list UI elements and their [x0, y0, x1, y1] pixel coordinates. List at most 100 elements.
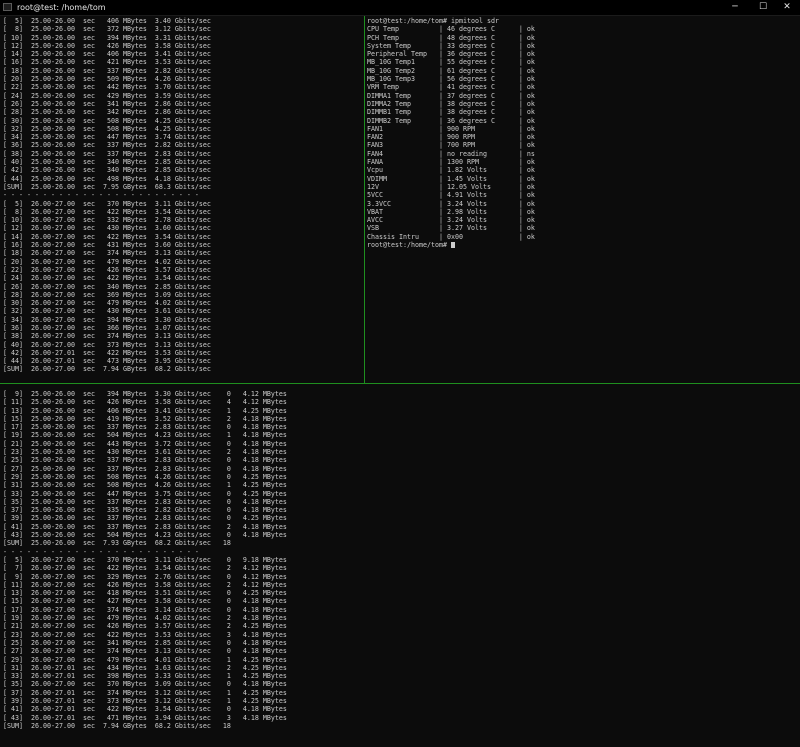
iperf-output-line: [ 42] 26.00-27.01 sec 422 MBytes 3.53 Gb… [3, 348, 211, 357]
ipmitool-output-line: System Temp | 33 degrees C | ok [367, 41, 535, 50]
ipmitool-output-line: DIMMB1 Temp | 38 degrees C | ok [367, 108, 535, 117]
maximize-button[interactable]: ☐ [750, 0, 776, 15]
pane-divider-vertical[interactable] [364, 16, 365, 383]
iperf-output-line: [ 36] 26.00-27.00 sec 366 MBytes 3.07 Gb… [3, 323, 211, 332]
iperf-output-line: [ 39] 26.00-27.01 sec 373 MBytes 3.12 Gb… [3, 696, 287, 705]
ipmitool-output-line: FAN1 | 900 RPM | ok [367, 124, 535, 133]
shell-prompt-line[interactable]: root@test:/home/tom# [367, 241, 797, 249]
pane-bottom[interactable]: [ 9] 25.00-26.00 sec 394 MBytes 3.30 Gbi… [3, 390, 797, 745]
pane-top-right[interactable]: root@test:/home/tom# ipmitool sdr CPU Tem… [367, 17, 797, 382]
ipmitool-output-line: Chassis Intru | 0x00 | ok [367, 232, 535, 241]
iperf-output-line: [SUM] 25.00-26.00 sec 7.95 GBytes 68.3 G… [3, 182, 211, 191]
iperf-output-line: [ 30] 26.00-27.00 sec 479 MBytes 4.02 Gb… [3, 299, 211, 308]
iperf-output-line: [ 43] 26.00-27.01 sec 471 MBytes 3.94 Gb… [3, 713, 287, 722]
iperf-output-line: [ 21] 26.00-27.00 sec 426 MBytes 3.57 Gb… [3, 622, 287, 631]
iperf-output-line: [ 33] 26.00-27.01 sec 398 MBytes 3.33 Gb… [3, 672, 287, 681]
iperf-output-line: [ 35] 25.00-26.00 sec 337 MBytes 2.83 Gb… [3, 497, 287, 506]
iperf-output-line: [SUM] 26.00-27.00 sec 7.94 GBytes 68.2 G… [3, 721, 231, 730]
iperf-output-line: [ 15] 26.00-27.00 sec 427 MBytes 3.58 Gb… [3, 597, 287, 606]
ipmitool-output-line: Peripheral Temp | 36 degrees C | ok [367, 50, 535, 59]
iperf-output-line: [ 31] 25.00-26.00 sec 508 MBytes 4.26 Gb… [3, 481, 287, 490]
text-cursor [450, 242, 455, 249]
iperf-output-line: [ 22] 25.00-26.00 sec 442 MBytes 3.70 Gb… [3, 83, 211, 92]
iperf-output-line: [ 20] 26.00-27.00 sec 479 MBytes 4.02 Gb… [3, 257, 211, 266]
pane-top-left[interactable]: [ 5] 25.00-26.00 sec 406 MBytes 3.40 Gbi… [3, 17, 361, 382]
iperf-output-line: [ 18] 25.00-26.00 sec 337 MBytes 2.82 Gb… [3, 66, 211, 75]
iperf-output-line: [ 19] 25.00-26.00 sec 504 MBytes 4.23 Gb… [3, 431, 287, 440]
ipmitool-output-line: VBAT | 2.98 Volts | ok [367, 207, 535, 216]
iperf-output-line: [ 24] 25.00-26.00 sec 429 MBytes 3.59 Gb… [3, 91, 211, 100]
iperf-output-line: [ 17] 25.00-26.00 sec 337 MBytes 2.83 Gb… [3, 423, 287, 432]
iperf-output-line: [ 21] 25.00-26.00 sec 443 MBytes 3.72 Gb… [3, 439, 287, 448]
iperf-output-line: [ 8] 26.00-27.00 sec 422 MBytes 3.54 Gbi… [3, 207, 211, 216]
iperf-output-line: [ 28] 25.00-26.00 sec 342 MBytes 2.86 Gb… [3, 108, 211, 117]
iperf-output-line: [ 5] 26.00-27.00 sec 370 MBytes 3.11 Gbi… [3, 199, 211, 208]
iperf-output-line: [ 34] 26.00-27.00 sec 394 MBytes 3.30 Gb… [3, 315, 211, 324]
ipmitool-output-line: DIMMA2 Temp | 38 degrees C | ok [367, 99, 535, 108]
ipmitool-output-line: FAN3 | 700 RPM | ok [367, 141, 535, 150]
iperf-output-line: [ 40] 26.00-27.00 sec 373 MBytes 3.13 Gb… [3, 340, 211, 349]
terminal-icon [3, 3, 12, 11]
iperf-output-line: [ 20] 25.00-26.00 sec 509 MBytes 4.26 Gb… [3, 75, 211, 84]
iperf-output-line: [ 25] 25.00-26.00 sec 337 MBytes 2.83 Gb… [3, 456, 287, 465]
iperf-output-line: [ 9] 26.00-27.00 sec 329 MBytes 2.76 Gbi… [3, 572, 287, 581]
iperf-output-line: [ 14] 25.00-26.00 sec 406 MBytes 3.41 Gb… [3, 50, 211, 59]
iperf-output-line: [ 10] 26.00-27.00 sec 332 MBytes 2.78 Gb… [3, 216, 211, 225]
ipmitool-output-line: CPU Temp | 46 degrees C | ok [367, 25, 535, 34]
iperf-output-line: [ 27] 26.00-27.00 sec 374 MBytes 3.13 Gb… [3, 647, 287, 656]
iperf-output-line: [ 5] 25.00-26.00 sec 406 MBytes 3.40 Gbi… [3, 17, 211, 25]
iperf-output-line: [ 42] 25.00-26.00 sec 340 MBytes 2.85 Gb… [3, 166, 211, 175]
ipmitool-output-line: MB_10G Temp3 | 56 degrees C | ok [367, 75, 535, 84]
iperf-output-line: [ 12] 25.00-26.00 sec 426 MBytes 3.58 Gb… [3, 41, 211, 50]
iperf-output-line: [ 26] 25.00-26.00 sec 341 MBytes 2.86 Gb… [3, 99, 211, 108]
iperf-output-line: [ 13] 26.00-27.00 sec 418 MBytes 3.51 Gb… [3, 589, 287, 598]
iperf-output-line: - - - - - - - - - - - - - - - - - - - - … [3, 547, 199, 556]
iperf-output-line: [ 23] 25.00-26.00 sec 430 MBytes 3.61 Gb… [3, 448, 287, 457]
iperf-output-line: [ 38] 25.00-26.00 sec 337 MBytes 2.83 Gb… [3, 149, 211, 158]
ipmitool-output-line: MB_10G Temp1 | 55 degrees C | ok [367, 58, 535, 67]
iperf-output-line: [ 16] 26.00-27.00 sec 431 MBytes 3.60 Gb… [3, 241, 211, 250]
iperf-output-line: [ 8] 25.00-26.00 sec 372 MBytes 3.12 Gbi… [3, 25, 211, 34]
iperf-output-line: [ 17] 26.00-27.00 sec 374 MBytes 3.14 Gb… [3, 605, 287, 614]
ipmitool-output-line: DIMMA1 Temp | 37 degrees C | ok [367, 91, 535, 100]
close-button[interactable]: ✕ [774, 0, 800, 15]
iperf-output-line: [SUM] 25.00-26.00 sec 7.93 GBytes 68.2 G… [3, 539, 231, 548]
iperf-output-line: [ 24] 26.00-27.00 sec 422 MBytes 3.54 Gb… [3, 274, 211, 283]
iperf-output-line: [ 9] 25.00-26.00 sec 394 MBytes 3.30 Gbi… [3, 390, 287, 398]
ipmitool-output-line: VDIMM | 1.45 Volts | ok [367, 174, 535, 183]
iperf-output-line: [ 41] 25.00-26.00 sec 337 MBytes 2.83 Gb… [3, 522, 287, 531]
ipmitool-output-line: Vcpu | 1.82 Volts | ok [367, 166, 535, 175]
terminal-output-iperf-top: [ 5] 25.00-26.00 sec 406 MBytes 3.40 Gbi… [3, 17, 361, 374]
ipmitool-output-line: DIMMB2 Temp | 36 degrees C | ok [367, 116, 535, 125]
iperf-output-line: [ 44] 26.00-27.01 sec 473 MBytes 3.95 Gb… [3, 357, 211, 366]
iperf-output-line: [ 30] 25.00-26.00 sec 508 MBytes 4.25 Gb… [3, 116, 211, 125]
iperf-output-line: [ 14] 26.00-27.00 sec 422 MBytes 3.54 Gb… [3, 232, 211, 241]
iperf-output-line: [ 40] 25.00-26.00 sec 340 MBytes 2.85 Gb… [3, 158, 211, 167]
minimize-button[interactable]: ─ [722, 0, 748, 15]
iperf-output-line: [ 32] 26.00-27.00 sec 430 MBytes 3.61 Gb… [3, 307, 211, 316]
ipmitool-output-line: 3.3VCC | 3.24 Volts | ok [367, 199, 535, 208]
ipmitool-output-line: AVCC | 3.24 Volts | ok [367, 216, 535, 225]
iperf-output-line: [ 39] 25.00-26.00 sec 337 MBytes 2.83 Gb… [3, 514, 287, 523]
window-titlebar[interactable]: root@test: /home/tom ─ ☐ ✕ [0, 0, 800, 16]
shell-prompt: root@test:/home/tom# [367, 241, 451, 250]
iperf-output-line: - - - - - - - - - - - - - - - - - - - - … [3, 191, 199, 200]
iperf-output-line: [ 13] 25.00-26.00 sec 406 MBytes 3.41 Gb… [3, 406, 287, 415]
iperf-output-line: [ 44] 25.00-26.00 sec 498 MBytes 4.18 Gb… [3, 174, 211, 183]
iperf-output-line: [ 41] 26.00-27.01 sec 422 MBytes 3.54 Gb… [3, 705, 287, 714]
iperf-output-line: [ 31] 26.00-27.01 sec 434 MBytes 3.63 Gb… [3, 663, 287, 672]
ipmitool-output-line: FAN4 | no reading | ns [367, 149, 535, 158]
iperf-output-line: [SUM] 26.00-27.00 sec 7.94 GBytes 68.2 G… [3, 365, 211, 374]
iperf-output-line: [ 7] 26.00-27.00 sec 422 MBytes 3.54 Gbi… [3, 564, 287, 573]
ipmitool-output-line: 12V | 12.05 Volts | ok [367, 182, 535, 191]
iperf-output-line: [ 33] 25.00-26.00 sec 447 MBytes 3.75 Gb… [3, 489, 287, 498]
iperf-output-line: [ 11] 25.00-26.00 sec 426 MBytes 3.58 Gb… [3, 398, 287, 407]
iperf-output-line: [ 27] 25.00-26.00 sec 337 MBytes 2.83 Gb… [3, 464, 287, 473]
iperf-output-line: [ 29] 26.00-27.00 sec 479 MBytes 4.01 Gb… [3, 655, 287, 664]
iperf-output-line: [ 25] 26.00-27.00 sec 341 MBytes 2.85 Gb… [3, 638, 287, 647]
iperf-output-line: [ 35] 26.00-27.00 sec 370 MBytes 3.09 Gb… [3, 680, 287, 689]
iperf-output-line: [ 37] 26.00-27.01 sec 374 MBytes 3.12 Gb… [3, 688, 287, 697]
iperf-output-line: [ 5] 26.00-27.00 sec 370 MBytes 3.11 Gbi… [3, 555, 287, 564]
pane-divider-horizontal[interactable] [0, 383, 800, 384]
iperf-output-line: [ 22] 26.00-27.00 sec 426 MBytes 3.57 Gb… [3, 265, 211, 274]
